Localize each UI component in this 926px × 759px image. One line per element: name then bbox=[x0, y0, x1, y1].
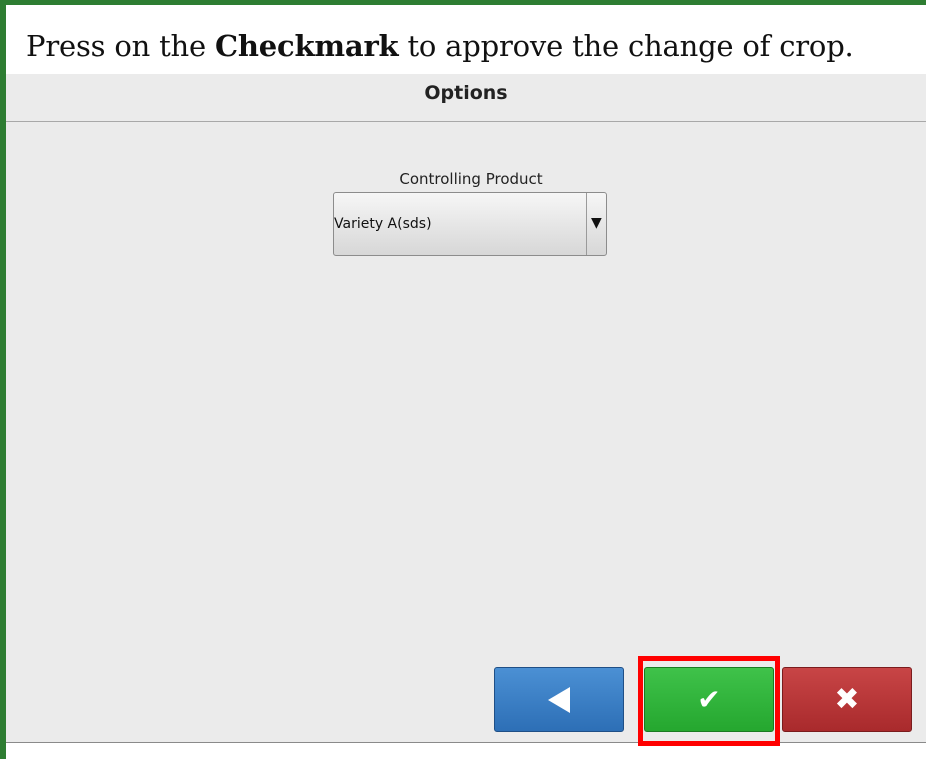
checkmark-highlight-box bbox=[638, 656, 780, 746]
title-divider bbox=[6, 121, 926, 122]
screen-title: Options bbox=[424, 82, 508, 104]
dropdown-arrow-icon: ▼ bbox=[591, 215, 602, 231]
instruction-emphasis: Checkmark bbox=[215, 29, 399, 63]
instruction-suffix: to approve the change of crop. bbox=[398, 29, 854, 63]
back-button[interactable] bbox=[494, 667, 624, 732]
close-icon: ✖ bbox=[834, 681, 860, 717]
instruction-text: Press on the Checkmark to approve the ch… bbox=[26, 28, 854, 64]
controlling-product-dropdown[interactable]: Variety A(sds) ▼ bbox=[333, 192, 607, 256]
controlling-product-label: Controlling Product bbox=[399, 170, 543, 188]
options-screen: Options Controlling Product Variety A(sd… bbox=[6, 74, 926, 746]
instruction-prefix: Press on the bbox=[26, 29, 215, 63]
dropdown-separator bbox=[586, 193, 587, 255]
back-arrow-icon bbox=[548, 686, 570, 713]
frame-top-border bbox=[0, 0, 926, 5]
cancel-button[interactable]: ✖ bbox=[782, 667, 912, 732]
controlling-product-value: Variety A(sds) bbox=[334, 216, 432, 232]
